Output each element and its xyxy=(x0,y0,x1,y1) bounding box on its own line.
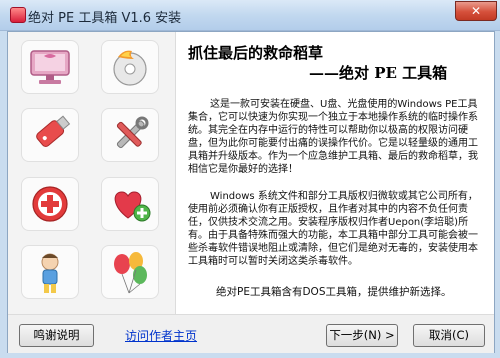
monitor-icon xyxy=(21,40,79,94)
copyright-paragraph: Windows 系统文件和部分工具版权归微软或其它公司所有，使用前必须确认你有正… xyxy=(188,191,478,267)
title-bar: 绝对 PE 工具箱 V1.6 安装 ✕ xyxy=(0,0,500,31)
close-button[interactable]: ✕ xyxy=(455,1,497,21)
first-aid-icon xyxy=(21,177,79,231)
window-title: 绝对 PE 工具箱 V1.6 安装 xyxy=(28,11,182,26)
heart-plus-icon xyxy=(101,177,159,231)
page-subtitle: ——绝对 PE 工具箱 xyxy=(309,64,448,82)
installer-window: 抓住最后的救命稻草 ——绝对 PE 工具箱 这是一款可安装在硬盘、U盘、光盘使用… xyxy=(7,31,495,353)
license-text-panel: 抓住最后的救命稻草 ——绝对 PE 工具箱 这是一款可安装在硬盘、U盘、光盘使用… xyxy=(176,32,494,314)
dos-toolbox-note: 绝对PE工具箱含有DOS工具箱，提供维护新选择。 xyxy=(216,286,452,298)
intro-paragraph: 这是一款可安装在硬盘、U盘、光盘使用的Windows PE工具集合，它可以快速为… xyxy=(188,99,478,175)
disc-burn-icon xyxy=(101,40,159,94)
icon-panel xyxy=(8,32,176,314)
page-title: 抓住最后的救命稻草 xyxy=(188,44,324,62)
next-button[interactable]: 下一步(N) > xyxy=(326,324,398,347)
button-bar: 鸣谢说明 访问作者主页 下一步(N) > 取消(C) xyxy=(8,314,494,353)
thanks-button[interactable]: 鸣谢说明 xyxy=(19,324,94,347)
child-icon xyxy=(21,245,79,299)
balloons-icon xyxy=(101,245,159,299)
cancel-button[interactable]: 取消(C) xyxy=(413,324,485,347)
usb-drive-icon xyxy=(21,108,79,162)
toolbox-app-icon xyxy=(10,7,26,23)
visit-author-homepage-link[interactable]: 访问作者主页 xyxy=(125,327,197,344)
tools-icon xyxy=(101,108,159,162)
